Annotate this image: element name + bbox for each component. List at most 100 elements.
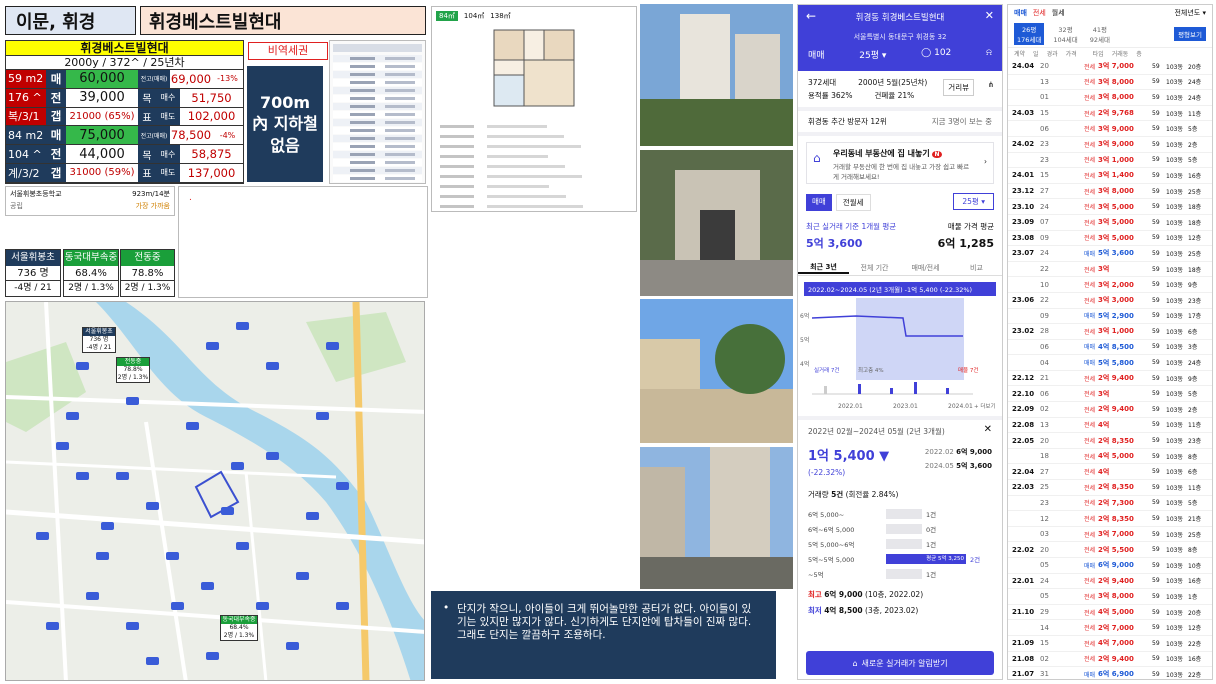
size-option[interactable]: 32평 104세대 (1050, 23, 1080, 45)
map-marker-icon[interactable] (146, 657, 159, 665)
floorplan-tag[interactable]: 84㎡ (436, 11, 458, 21)
trade-row[interactable]: 23.02 28 전세 3억 1,000 59 103동 6층 (1008, 324, 1212, 340)
map-marker-icon[interactable] (171, 602, 184, 610)
map-marker-icon[interactable] (296, 572, 309, 580)
alert-button[interactable]: ⌂ 새로운 실거래가 알림받기 (806, 651, 994, 675)
chart-tab[interactable]: 전체 기간 (849, 263, 900, 273)
trade-row[interactable]: 12 전세 2억 8,350 59 103동 21층 (1008, 511, 1212, 527)
map-marker-icon[interactable] (186, 422, 199, 430)
map-marker-icon[interactable] (206, 652, 219, 660)
trade-row[interactable]: 09 매매 5억 2,900 59 103동 17층 (1008, 309, 1212, 325)
back-arrow-icon[interactable]: ← (806, 9, 816, 23)
map-marker-icon[interactable] (316, 412, 329, 420)
map-marker-icon[interactable] (56, 442, 69, 450)
map-marker-icon[interactable] (126, 622, 139, 630)
distance-view-button[interactable]: 거리뷰 (943, 79, 974, 96)
map-marker-icon[interactable] (236, 322, 249, 330)
map-marker-icon[interactable] (201, 582, 214, 590)
trade-row[interactable]: 22 전세 3억 59 103동 18층 (1008, 262, 1212, 278)
map-marker-icon[interactable] (126, 397, 139, 405)
trade-row[interactable]: 05 매매 6억 9,000 59 103동 10층 (1008, 558, 1212, 574)
map-marker-icon[interactable] (76, 472, 89, 480)
trade-row[interactable]: 22.04 27 전세 4억 59 103동 6층 (1008, 464, 1212, 481)
map-marker-icon[interactable] (266, 362, 279, 370)
trade-row[interactable]: 24.03 15 전세 2억 9,768 59 103동 11층 (1008, 106, 1212, 122)
trade-row[interactable]: 18 전세 4억 5,000 59 103동 8층 (1008, 449, 1212, 465)
map-marker-icon[interactable] (36, 532, 49, 540)
size-dropdown[interactable]: 25평 ▾ (953, 193, 994, 210)
trade-row[interactable]: 23.09 07 전세 3억 5,000 59 103동 18층 (1008, 215, 1212, 231)
trade-row[interactable]: 23.10 24 전세 3억 5,000 59 103동 18층 (1008, 199, 1212, 215)
trade-tab[interactable]: 월세 (1052, 8, 1065, 18)
trade-row[interactable]: 21.09 15 전세 4억 7,000 59 103동 22층 (1008, 636, 1212, 652)
trade-tab[interactable]: 전세 (1033, 8, 1046, 18)
chart-tab[interactable]: 매매/전세 (900, 263, 951, 273)
trade-row[interactable]: 23 전세 2억 7,300 59 103동 5층 (1008, 496, 1212, 512)
map-marker-icon[interactable] (101, 522, 114, 530)
trade-row[interactable]: 10 전세 3억 2,000 59 103동 9층 (1008, 277, 1212, 293)
map-marker-icon[interactable] (76, 362, 89, 370)
promo-banner[interactable]: ⌂ 우리동네 부동산에 집 내놓기 N 거래할 부동산에 한 번에 집 내놓고 … (806, 142, 994, 184)
trade-row[interactable]: 21.08 02 전세 2억 9,400 59 103동 16층 (1008, 652, 1212, 668)
map-marker-icon[interactable] (86, 592, 99, 600)
map-marker-icon[interactable] (206, 342, 219, 350)
trade-row[interactable]: 22.09 02 전세 2억 9,400 59 103동 2층 (1008, 402, 1212, 418)
close-icon[interactable]: ✕ (985, 9, 994, 22)
trade-row[interactable]: 23.08 09 전세 3억 5,000 59 103동 12층 (1008, 231, 1212, 247)
map-marker-icon[interactable] (231, 462, 244, 470)
trade-row[interactable]: 22.03 25 전세 2억 8,350 59 103동 11층 (1008, 480, 1212, 496)
map-marker-icon[interactable] (336, 602, 349, 610)
trade-row[interactable]: 04 매매 5억 5,800 59 103동 24층 (1008, 355, 1212, 371)
map-marker-icon[interactable] (256, 602, 269, 610)
chart-tab[interactable]: 비교 (951, 263, 1002, 273)
trade-row[interactable]: 23.06 22 전세 3억 3,000 59 103동 23층 (1008, 293, 1212, 309)
trade-row[interactable]: 24.02 23 전세 3억 9,000 59 103동 2층 (1008, 137, 1212, 153)
app-deal-type[interactable]: 매매 (808, 48, 825, 61)
floorplan-a[interactable]: 104㎡ (464, 11, 484, 21)
trade-row[interactable]: 24.04 20 전세 3억 7,000 59 103동 20층 (1008, 59, 1212, 75)
trade-row[interactable]: 21.10 29 전세 4억 5,000 59 103동 20층 (1008, 605, 1212, 621)
trade-row[interactable]: 21.07 31 매매 6억 6,900 59 103동 22층 (1008, 667, 1212, 679)
app-visitors-link[interactable]: 지금 3명이 보는 중 (932, 116, 992, 127)
trade-tab[interactable]: 매매 (1014, 8, 1027, 18)
trade-row[interactable]: 06 매매 4억 8,500 59 103동 3층 (1008, 340, 1212, 356)
trade-row[interactable]: 03 전세 3억 7,000 59 103동 25층 (1008, 527, 1212, 543)
map-marker-icon[interactable] (221, 507, 234, 515)
chart-tab[interactable]: 최근 3년 (798, 262, 849, 274)
tab-rent[interactable]: 전월세 (835, 194, 871, 211)
trade-row[interactable]: 22.02 20 전세 2억 5,500 59 103동 8층 (1008, 542, 1212, 558)
trade-row[interactable]: 06 전세 3억 9,000 59 103동 5층 (1008, 121, 1212, 137)
map-marker-icon[interactable] (46, 622, 59, 630)
trade-row[interactable]: 22.10 06 전세 3억 59 103동 5층 (1008, 386, 1212, 403)
trade-row[interactable]: 24.01 15 전세 3억 1,400 59 103동 16층 (1008, 168, 1212, 184)
floorplan-b[interactable]: 138㎡ (490, 11, 510, 21)
tab-sale[interactable]: 매매 (806, 194, 832, 211)
trade-row[interactable]: 23 전세 3억 1,000 59 103동 5층 (1008, 153, 1212, 169)
app-comment[interactable]: ◯ 102 (921, 48, 951, 61)
bell-icon[interactable]: ⍾ (986, 48, 992, 61)
trade-row[interactable]: 13 전세 3억 8,000 59 103동 24층 (1008, 75, 1212, 91)
popup-close-icon[interactable]: ✕ (984, 424, 992, 435)
size-view-button[interactable]: 평형보기 (1174, 27, 1206, 41)
app-size-select[interactable]: 25평 ▾ (859, 48, 886, 61)
share-icon[interactable]: ⋔ (988, 80, 994, 89)
trade-row[interactable]: 22.12 21 전세 2억 9,400 59 103동 9층 (1008, 371, 1212, 387)
trade-row[interactable]: 01 전세 3억 8,000 59 103동 24층 (1008, 90, 1212, 106)
trade-row[interactable]: 14 전세 2억 7,000 59 103동 12층 (1008, 620, 1212, 636)
map-marker-icon[interactable] (306, 512, 319, 520)
map-marker-icon[interactable] (326, 342, 339, 350)
map-marker-icon[interactable] (96, 552, 109, 560)
map-marker-icon[interactable] (236, 542, 249, 550)
map[interactable]: 서울휘봉초 736 명 -4명 / 21 전동중 78.8% 2명 / 1.3%… (5, 301, 425, 681)
map-marker-icon[interactable] (286, 642, 299, 650)
map-marker-icon[interactable] (266, 452, 279, 460)
map-marker-icon[interactable] (116, 472, 129, 480)
map-marker-icon[interactable] (66, 412, 79, 420)
map-marker-icon[interactable] (336, 482, 349, 490)
trade-row[interactable]: 05 전세 3억 8,000 59 103동 1층 (1008, 589, 1212, 605)
trade-row[interactable]: 22.05 20 전세 2억 8,350 59 103동 23층 (1008, 433, 1212, 449)
trade-row[interactable]: 23.07 24 매매 5억 3,600 59 103동 25층 (1008, 246, 1212, 262)
year-filter[interactable]: 전체년도 ▾ (1174, 8, 1206, 18)
map-marker-icon[interactable] (166, 552, 179, 560)
trade-row[interactable]: 22.08 13 전세 4억 59 103동 11층 (1008, 418, 1212, 434)
